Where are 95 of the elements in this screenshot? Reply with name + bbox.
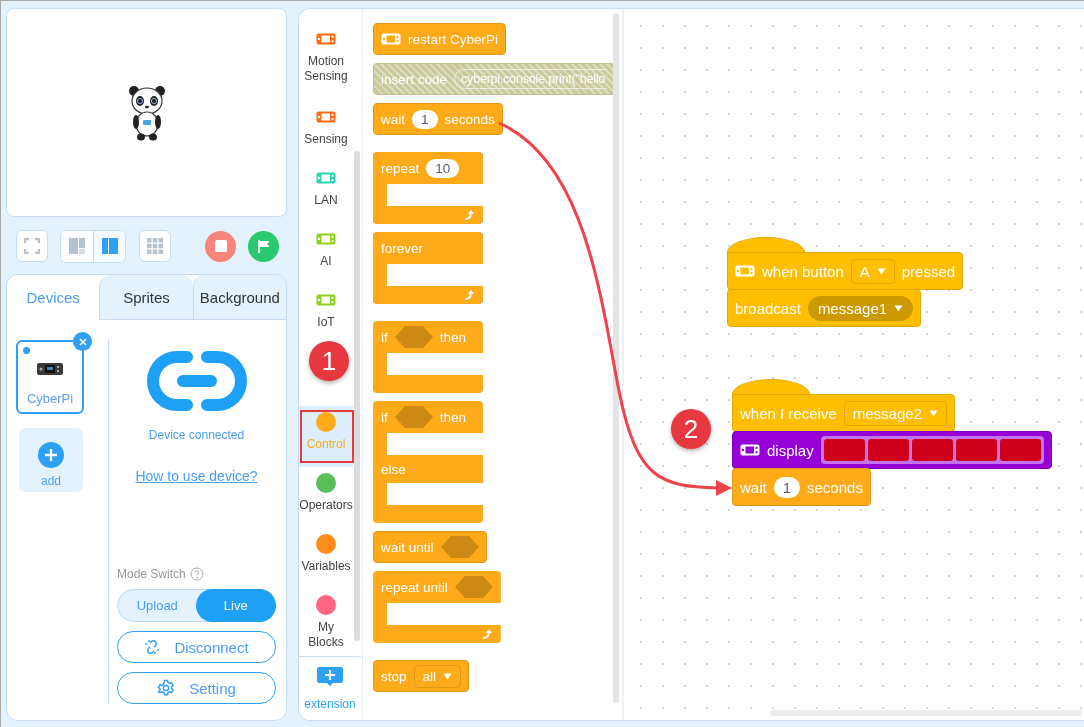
- extension-button[interactable]: extension: [299, 656, 361, 720]
- layout-button[interactable]: [93, 230, 125, 262]
- block-label: forever: [381, 240, 424, 256]
- board-drawing: [37, 363, 63, 375]
- device-tile[interactable]: CyberPi: [16, 340, 84, 414]
- if-block[interactable]: if then: [373, 321, 483, 393]
- boolean-slot[interactable]: [394, 406, 433, 428]
- disconnect-button[interactable]: Disconnect: [117, 631, 276, 663]
- help-icon[interactable]: [189, 567, 204, 581]
- dropdown-field[interactable]: message1: [807, 295, 914, 321]
- code-block[interactable]: wait until: [373, 531, 487, 563]
- code-block[interactable]: restart CyberPi: [373, 23, 507, 55]
- mode-option[interactable]: Live: [196, 590, 275, 621]
- block-label: when button: [762, 262, 844, 280]
- settings-icon: [157, 679, 176, 697]
- fullscreen-icon: [24, 238, 40, 254]
- panel-tab[interactable]: Sprites: [99, 275, 193, 320]
- block-label: when I receive: [740, 404, 837, 422]
- loop-arrow-icon: [463, 289, 475, 301]
- block-label: restart CyberPi: [408, 31, 499, 47]
- add-device-button[interactable]: add: [19, 428, 83, 492]
- loop-block[interactable]: forever: [373, 232, 483, 304]
- layout-icon: [69, 238, 85, 254]
- dropdown-field[interactable]: message2: [843, 400, 947, 426]
- scrollbar[interactable]: [613, 13, 619, 703]
- block-label: repeat until: [381, 579, 448, 595]
- flag-icon: [257, 239, 270, 253]
- block-label: then: [439, 329, 467, 345]
- number-input[interactable]: 1: [412, 109, 438, 129]
- grid-view-button[interactable]: [139, 230, 171, 262]
- block-label: repeat: [381, 160, 420, 176]
- code-block[interactable]: broadcast message1: [727, 289, 922, 327]
- dropdown-field[interactable]: all: [413, 664, 462, 688]
- block-label: pressed: [901, 262, 956, 280]
- broken-link-icon: [144, 639, 161, 655]
- link-icon: [144, 350, 249, 412]
- code-block[interactable]: display: [732, 431, 1052, 469]
- grid-icon: [147, 238, 163, 254]
- block-label: display: [767, 441, 814, 459]
- device-icon: [740, 444, 760, 456]
- if-else-block[interactable]: if then else: [373, 401, 483, 523]
- scrollbar[interactable]: [354, 151, 360, 641]
- block-label: wait: [740, 478, 767, 496]
- block-label: seconds: [444, 111, 495, 127]
- block-label: seconds: [807, 478, 863, 496]
- layout-icon: [101, 238, 118, 254]
- block-label: wait until: [381, 539, 434, 555]
- number-input[interactable]: 10: [426, 158, 460, 178]
- scrollbar[interactable]: [770, 710, 1082, 716]
- category-item[interactable]: Control: [299, 406, 353, 467]
- boolean-slot[interactable]: [440, 536, 479, 558]
- setting-button[interactable]: Setting: [117, 672, 276, 704]
- connection-status: Device connected: [148, 428, 245, 442]
- code-block[interactable]: wait 1 seconds: [732, 468, 871, 506]
- device-icon: [381, 33, 401, 45]
- close-icon: [78, 337, 87, 346]
- loop-block[interactable]: repeat until: [373, 571, 501, 643]
- loop-arrow-icon: [463, 209, 475, 221]
- device-icon: [735, 265, 755, 277]
- fullscreen-button[interactable]: [16, 230, 48, 262]
- panel-tab[interactable]: Background: [192, 275, 286, 320]
- block-label: then: [439, 409, 467, 425]
- plus-icon: [38, 442, 64, 468]
- block-label: wait: [381, 111, 405, 127]
- block-label: stop: [381, 668, 407, 684]
- remove-device-button[interactable]: [73, 332, 92, 351]
- loop-arrow-icon: [480, 628, 493, 640]
- loop-block[interactable]: repeat 10: [373, 152, 483, 224]
- block-label: insert code: [381, 71, 448, 87]
- led-matrix-field[interactable]: [820, 436, 1044, 464]
- code-block[interactable]: stop all: [373, 660, 470, 692]
- caret-icon: [928, 409, 938, 417]
- dropdown-field[interactable]: A: [850, 258, 895, 284]
- caret-icon: [443, 672, 453, 680]
- stop-icon: [214, 240, 227, 252]
- block-label: if: [381, 329, 388, 345]
- caret-icon: [894, 304, 904, 312]
- block-label: else: [381, 461, 406, 477]
- boolean-slot[interactable]: [394, 326, 433, 348]
- help-link[interactable]: How to use device?: [135, 468, 258, 484]
- plus-icon: [317, 666, 343, 687]
- status-dot: [23, 347, 30, 354]
- run-button[interactable]: [248, 230, 279, 262]
- highlight-frame: [300, 410, 354, 463]
- mode-switch[interactable]: Upload Live: [117, 589, 276, 622]
- panda-drawing: [126, 83, 167, 142]
- mode-switch-label: Mode Switch: [117, 567, 186, 581]
- block-label: broadcast: [735, 299, 801, 317]
- code-block[interactable]: wait 1 seconds: [373, 103, 503, 135]
- stop-button[interactable]: [205, 230, 236, 262]
- boolean-slot[interactable]: [454, 576, 493, 598]
- block-label: if: [381, 409, 388, 425]
- number-input[interactable]: 1: [773, 476, 801, 498]
- caret-icon: [876, 267, 886, 275]
- mode-option[interactable]: Upload: [118, 590, 197, 621]
